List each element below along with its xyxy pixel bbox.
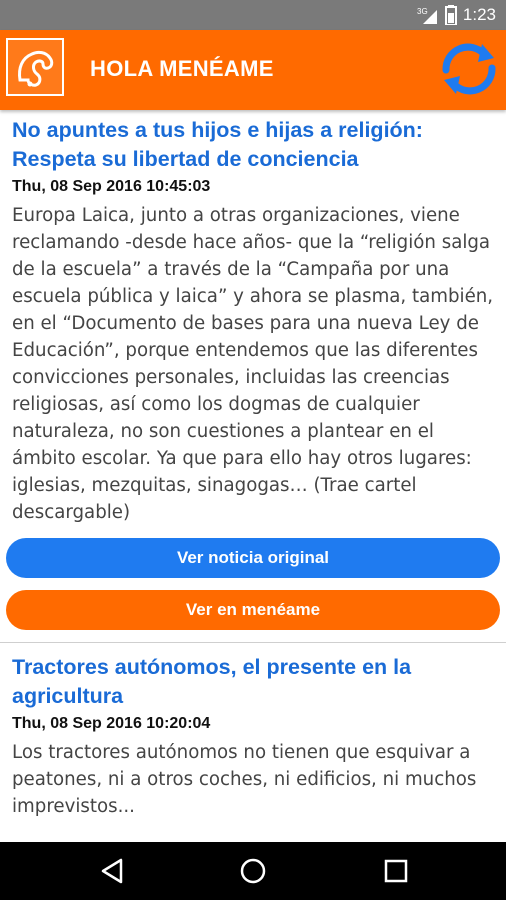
view-original-button[interactable]: Ver noticia original [6,538,500,578]
signal-icon: 3G [417,7,437,24]
view-on-meneame-button[interactable]: Ver en menéame [6,590,500,630]
home-button[interactable] [238,856,268,886]
refresh-button[interactable] [438,40,500,98]
svg-text:3G: 3G [417,7,428,16]
back-icon [101,858,123,884]
news-date: Thu, 08 Sep 2016 10:20:04 [12,715,211,732]
news-item: No apuntes a tus hijos e hijas a religió… [0,116,506,526]
recents-button[interactable] [381,856,411,886]
status-icons: 3G 1:23 [417,5,496,25]
app-bar: HOLA MENÉAME [0,30,506,110]
news-date: Thu, 08 Sep 2016 10:45:03 [12,178,211,195]
logo-icon [18,50,54,87]
meneame-logo [6,38,64,96]
refresh-icon [442,43,496,95]
news-summary: Europa Laica, junto a otras organizacion… [12,205,494,523]
back-button[interactable] [97,856,127,886]
status-bar: 3G 1:23 [0,0,506,30]
clock: 1:23 [462,5,496,24]
news-summary: Los tractores autónomos no tienen que es… [12,742,477,817]
home-icon [240,858,266,884]
news-item: Tractores autónomos, el presente en la a… [0,653,506,820]
item-divider [0,642,506,643]
news-title-link[interactable]: Tractores autónomos, el presente en la a… [12,653,496,711]
news-title-link[interactable]: No apuntes a tus hijos e hijas a religió… [12,116,496,174]
news-feed[interactable]: No apuntes a tus hijos e hijas a religió… [0,110,506,842]
app-title: HOLA MENÉAME [90,56,274,81]
navigation-bar [0,842,506,900]
battery-icon [444,5,457,25]
recents-icon [384,859,408,883]
